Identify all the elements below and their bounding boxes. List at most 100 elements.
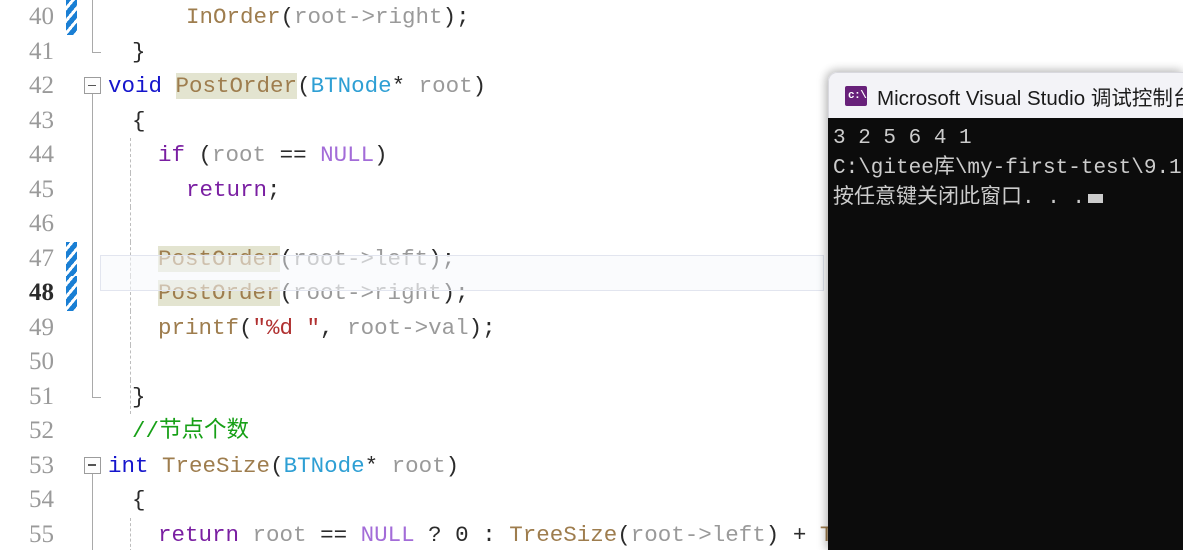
change-bar-column	[62, 104, 80, 139]
line-number: 47	[29, 244, 54, 272]
outlining-line	[91, 207, 93, 242]
line-number: 42	[29, 72, 54, 99]
change-bar-column	[62, 483, 80, 518]
outlining-column[interactable]	[80, 103, 106, 138]
outlining-line	[91, 276, 93, 311]
line-number: 53	[29, 451, 54, 479]
outlining-column[interactable]	[80, 276, 106, 311]
change-bar-column	[62, 311, 80, 346]
console-output[interactable]: 3 2 5 6 4 1 C:\gitee库\my-first-test\9.12…	[828, 118, 1183, 550]
change-bar-column	[62, 0, 80, 35]
indent-guide	[130, 310, 131, 345]
line-number: 50	[29, 348, 54, 375]
code-tokens: PostOrder(root->right);	[158, 280, 469, 306]
outlining-line	[91, 103, 93, 138]
line-number: 54	[29, 486, 54, 513]
code-tokens: {	[132, 107, 146, 134]
console-line-text: 按任意键关闭此窗口. . .	[833, 187, 1086, 210]
outlining-column[interactable]	[80, 138, 106, 173]
line-number: 46	[29, 210, 54, 237]
change-bar-column	[62, 241, 80, 276]
outlining-line	[91, 94, 93, 104]
outlining-column[interactable]	[80, 379, 106, 415]
change-bar-column	[62, 380, 80, 415]
outlining-line	[91, 138, 93, 173]
outlining-line	[91, 473, 93, 483]
unsaved-change-bar	[66, 241, 77, 276]
indent-guide	[130, 172, 131, 207]
indent-guide	[130, 276, 131, 311]
indent-guide	[130, 241, 131, 276]
outlining-line	[91, 241, 93, 276]
change-bar-column	[62, 207, 80, 242]
code-tokens: InOrder(root->right);	[186, 4, 470, 30]
screen: 40 InOrder(root->right); 41} 42 void PostOrd…	[0, 0, 1183, 550]
outlining-line	[91, 172, 93, 207]
line-number: 41	[29, 37, 54, 65]
code-line[interactable]: 41}	[0, 34, 1183, 70]
code-tokens: //节点个数	[132, 418, 250, 444]
line-number: 48	[29, 279, 54, 306]
outlining-column[interactable]	[80, 69, 106, 104]
outlining-line	[91, 345, 93, 380]
code-text[interactable]: }	[106, 35, 1183, 70]
outlining-line	[91, 0, 93, 35]
debug-console-window[interactable]: Microsoft Visual Studio 调试控制台 3 2 5 6 4 …	[828, 72, 1183, 550]
indent-guide	[130, 138, 131, 173]
line-number: 51	[29, 382, 54, 410]
outlining-column[interactable]	[80, 34, 106, 70]
console-cursor	[1088, 194, 1104, 203]
change-bar-column	[62, 518, 80, 550]
collapse-region-icon[interactable]	[84, 77, 101, 94]
code-tokens: int TreeSize(BTNode* root)	[108, 452, 460, 479]
indent-guide	[130, 207, 131, 242]
code-tokens: printf("%d ", root->val);	[158, 314, 496, 341]
outlining-column[interactable]	[80, 241, 106, 276]
code-tokens: if (root == NULL)	[158, 142, 388, 168]
line-number: 43	[29, 106, 54, 134]
outlining-end-cap	[91, 51, 101, 53]
code-tokens: PostOrder(root->left);	[158, 245, 456, 272]
outlining-column[interactable]	[80, 310, 106, 345]
code-text[interactable]: InOrder(root->right);	[106, 0, 1183, 35]
indent-guide	[130, 379, 131, 414]
outlining-column[interactable]	[80, 414, 106, 449]
change-bar-column	[62, 345, 80, 380]
unsaved-change-bar	[66, 276, 77, 311]
outlining-column[interactable]	[80, 517, 106, 550]
outlining-column[interactable]	[80, 449, 106, 483]
line-number: 49	[29, 313, 54, 341]
line-number: 52	[29, 417, 54, 444]
change-bar-column	[62, 449, 80, 484]
line-number: 44	[29, 141, 54, 168]
outlining-column[interactable]	[80, 172, 106, 207]
indent-guide	[130, 345, 131, 380]
console-titlebar[interactable]: Microsoft Visual Studio 调试控制台	[828, 72, 1183, 118]
console-line: C:\gitee库\my-first-test\9.12	[833, 157, 1183, 180]
command-prompt-icon	[845, 85, 867, 106]
code-tokens: void PostOrder(BTNode* root)	[108, 73, 487, 99]
unsaved-change-bar	[66, 0, 77, 35]
change-bar-column	[62, 69, 80, 104]
code-line[interactable]: 40 InOrder(root->right);	[0, 0, 1183, 35]
outlining-column[interactable]	[80, 345, 106, 380]
console-title: Microsoft Visual Studio 调试控制台	[877, 86, 1183, 110]
outlining-line	[91, 379, 93, 398]
outlining-column[interactable]	[80, 207, 106, 242]
change-bar-column	[62, 138, 80, 173]
outlining-end-cap	[91, 396, 101, 398]
outlining-line	[91, 34, 93, 53]
line-number: 45	[29, 175, 54, 203]
code-tokens: return;	[186, 176, 281, 203]
indent-guide	[130, 517, 131, 550]
change-bar-column	[62, 35, 80, 70]
outlining-line	[91, 517, 93, 550]
code-tokens: }	[132, 38, 146, 65]
line-number: 55	[29, 520, 54, 548]
outlining-column[interactable]	[80, 0, 106, 35]
change-bar-column	[62, 173, 80, 208]
line-number: 40	[29, 3, 54, 30]
collapse-region-icon[interactable]	[84, 456, 101, 474]
outlining-column[interactable]	[80, 483, 106, 518]
code-tokens: return root == NULL ? 0 : TreeSize(root-…	[158, 521, 847, 548]
